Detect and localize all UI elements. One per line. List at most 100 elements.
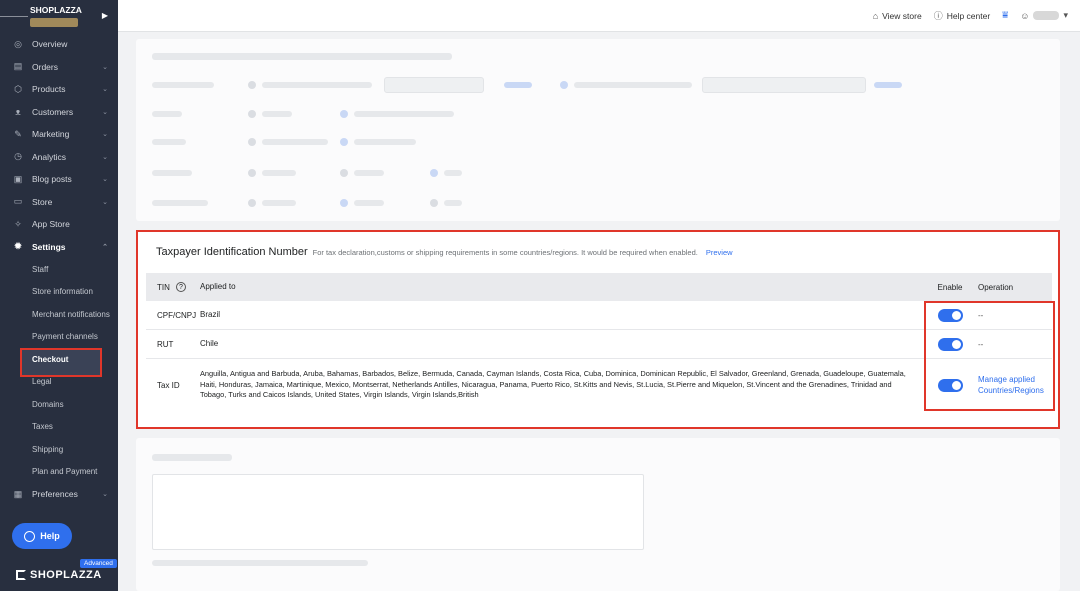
view-store-label: View store: [882, 10, 922, 21]
sidebar-item-overview[interactable]: ◎ Overview: [0, 33, 118, 56]
caret-right-icon[interactable]: ▶: [102, 11, 108, 20]
user-icon: ☺: [1020, 10, 1030, 21]
sidebar: SHOPLAZZA ▶ ◎ Overview ▤ Orders ⌄ ⬡ Products ⌄ ᴥ…: [0, 0, 118, 591]
chat-bubble-icon: [24, 530, 36, 542]
blurred-heading: [152, 53, 452, 60]
tin-header: Taxpayer Identification Number For tax d…: [156, 246, 733, 258]
tin-name: RUT: [157, 339, 174, 349]
app-store-icon: ✧: [14, 218, 22, 229]
help-button[interactable]: Help: [12, 523, 72, 549]
help-center-link[interactable]: ⓘ Help center: [934, 9, 990, 22]
sidebar-subitem-checkout[interactable]: Checkout: [0, 348, 118, 377]
applied-to: Brazil: [200, 309, 221, 319]
account-menu[interactable]: ☺ ▾: [1020, 10, 1068, 21]
sidebar-item-products[interactable]: ⬡ Products ⌄: [0, 78, 118, 101]
question-circle-icon: ⓘ: [933, 11, 943, 21]
preview-link[interactable]: Preview: [706, 248, 733, 257]
chevron-icon: ⌄: [102, 131, 108, 139]
blurred-heading: [152, 454, 232, 461]
store-subtitle-blurred: [30, 18, 78, 27]
sidebar-subitem-label: Taxes: [32, 422, 53, 432]
products-icon: ⬡: [14, 83, 22, 94]
sidebar-nav: ◎ Overview ▤ Orders ⌄ ⬡ Products ⌄ ᴥ Customers ⌄ ✎ M…: [0, 33, 118, 506]
enable-operation-highlight: [924, 301, 1055, 411]
chevron-icon: ⌄: [102, 176, 108, 184]
home-icon: ⌂: [872, 10, 879, 21]
sidebar-subitem-label: Checkout: [32, 354, 69, 364]
sidebar-item-label: Overview: [32, 39, 68, 50]
caret-down-icon: ▾: [1063, 10, 1068, 20]
question-icon[interactable]: ?: [175, 282, 186, 292]
sidebar-item-app-store[interactable]: ✧ App Store: [0, 213, 118, 236]
sidebar-item-orders[interactable]: ▤ Orders ⌄: [0, 56, 118, 79]
sidebar-item-label: App Store: [32, 219, 70, 230]
table-row: CPF/CNPJ Brazil --: [146, 301, 1052, 330]
additional-scripts-card: [136, 438, 1060, 591]
sidebar-subitem-label: Staff: [32, 264, 49, 274]
tin-name: CPF/CNPJ: [157, 310, 197, 320]
sidebar-subitem-shipping[interactable]: Shipping: [0, 438, 118, 461]
header-tin: TIN: [157, 282, 170, 292]
sidebar-subitem-label: Legal: [32, 377, 52, 387]
help-center-label: Help center: [946, 10, 991, 21]
sidebar-subitem-label: Payment channels: [32, 332, 98, 342]
logo-mark-icon: [16, 570, 26, 580]
chevron-icon: ⌄: [102, 198, 108, 206]
sidebar-item-marketing[interactable]: ✎ Marketing ⌄: [0, 123, 118, 146]
sidebar-item-blog-posts[interactable]: ▣ Blog posts ⌄: [0, 168, 118, 191]
tin-table: TIN ? Applied to Enable Operation CPF/CN…: [146, 273, 1052, 411]
sidebar-item-analytics[interactable]: ◷ Analytics ⌄: [0, 146, 118, 169]
sidebar-subitem-legal[interactable]: Legal: [0, 371, 118, 394]
sidebar-item-preferences[interactable]: ▦ Preferences ⌄: [0, 483, 118, 506]
network-icon[interactable]: ⩸: [1002, 10, 1008, 21]
store-switcher[interactable]: SHOPLAZZA ▶: [0, 0, 118, 32]
chevron-icon: ⌄: [102, 108, 108, 116]
tin-title: Taxpayer Identification Number: [156, 246, 308, 258]
top-bar: ⌂ View store ⓘ Help center ⩸ ☺ ▾: [118, 0, 1080, 32]
applied-to: Chile: [200, 338, 219, 348]
sidebar-subitem-taxes[interactable]: Taxes: [0, 416, 118, 439]
sidebar-item-label: Products: [32, 84, 66, 95]
sidebar-item-customers[interactable]: ᴥ Customers ⌄: [0, 101, 118, 124]
sidebar-item-label: Orders: [32, 61, 58, 72]
chevron-icon: ⌄: [102, 153, 108, 161]
table-header: TIN ? Applied to Enable Operation: [146, 273, 1052, 301]
sidebar-item-label: Analytics: [32, 151, 67, 162]
applied-to: Anguilla, Antigua and Barbuda, Aruba, Ba…: [200, 369, 906, 400]
sidebar-subitem-payment-channels[interactable]: Payment channels: [0, 326, 118, 349]
sidebar-item-settings[interactable]: ✹ Settings ⌃: [0, 236, 118, 259]
sidebar-subitem-domains[interactable]: Domains: [0, 393, 118, 416]
tin-card: Taxpayer Identification Number For tax d…: [136, 230, 1060, 429]
store-icon: ▭: [13, 196, 23, 207]
view-store-link[interactable]: ⌂ View store: [873, 11, 922, 21]
header-enable: Enable: [937, 282, 963, 292]
store-name: SHOPLAZZA: [30, 5, 82, 15]
orders-icon: ▤: [13, 61, 23, 72]
sidebar-subitem-merchant-notifications[interactable]: Merchant notifications: [0, 303, 118, 326]
sidebar-subitem-store-information[interactable]: Store information: [0, 281, 118, 304]
plan-badge: Advanced: [80, 559, 117, 568]
divider: [0, 16, 28, 17]
table-row: Tax ID Anguilla, Antigua and Barbuda, Ar…: [146, 359, 1052, 411]
help-label: Help: [40, 531, 60, 541]
shoplazza-logo: SHOPLAZZA: [16, 569, 102, 581]
sidebar-subitem-label: Merchant notifications: [32, 309, 110, 319]
logo-text: SHOPLAZZA: [30, 569, 102, 581]
sidebar-subitem-plan-and-payment[interactable]: Plan and Payment: [0, 461, 118, 484]
sidebar-subitem-label: Shipping: [32, 444, 64, 454]
sidebar-item-label: Preferences: [32, 489, 78, 500]
table-row: RUT Chile --: [146, 330, 1052, 359]
header-operation: Operation: [978, 282, 1014, 292]
blog-posts-icon: ▣: [13, 173, 23, 184]
account-name-blurred: [1033, 11, 1060, 20]
customers-icon: ᴥ: [15, 106, 21, 117]
preferences-icon: ▦: [13, 488, 23, 499]
script-textarea[interactable]: [152, 474, 644, 550]
sidebar-subitem-staff[interactable]: Staff: [0, 258, 118, 281]
sidebar-item-label: Settings: [32, 241, 66, 252]
sidebar-item-label: Blog posts: [32, 174, 72, 185]
form-options-card: [136, 39, 1060, 221]
sidebar-item-store[interactable]: ▭ Store ⌄: [0, 191, 118, 214]
chevron-icon: ⌃: [102, 243, 108, 251]
sidebar-subitem-label: Store information: [32, 287, 93, 297]
